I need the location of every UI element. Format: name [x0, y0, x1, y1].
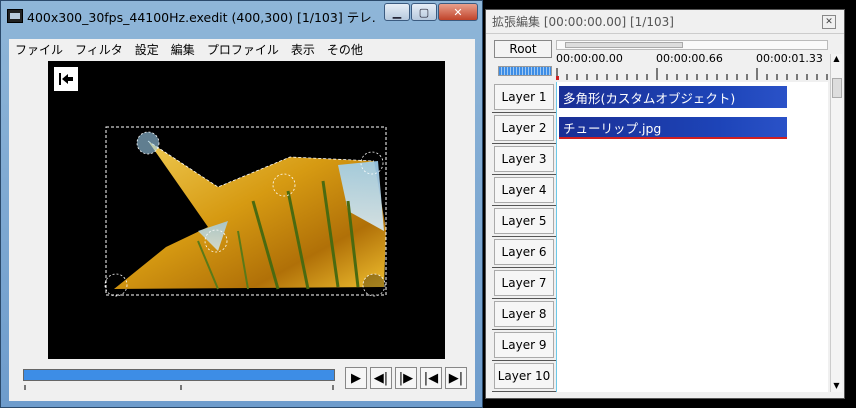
menu-file[interactable]: ファイル [15, 41, 63, 58]
layer-track[interactable] [556, 206, 828, 237]
timeline-window: 拡張編集 [00:00:00.00] [1/103] ✕ Root 00:00:… [485, 9, 845, 399]
layer-row: Layer 1 多角形(カスタムオブジェクト) [492, 82, 828, 113]
layer-row: Layer 6 [492, 237, 828, 268]
layer-button[interactable]: Layer 9 [494, 332, 554, 358]
layer-list: Layer 1 多角形(カスタムオブジェクト) Layer 2 チューリップ.jpg L… [492, 82, 828, 392]
layer-row: Layer 3 [492, 144, 828, 175]
ruler-label: 00:00:00.66 [656, 52, 723, 65]
seek-ticks [24, 385, 334, 390]
menu-settings[interactable]: 設定 [135, 41, 159, 58]
scroll-thumb[interactable] [832, 78, 842, 98]
layer-button[interactable]: Layer 5 [494, 208, 554, 234]
horizontal-scrollbar[interactable] [556, 40, 828, 50]
timeline-clip[interactable]: チューリップ.jpg [559, 117, 787, 139]
layer-row: Layer 10 [492, 361, 828, 392]
menu-edit[interactable]: 編集 [171, 41, 195, 58]
tulip-polygon-image [104, 126, 387, 297]
close-icon[interactable]: ✕ [438, 3, 478, 21]
timeline-titlebar[interactable]: 拡張編集 [00:00:00.00] [1/103] ✕ [486, 10, 844, 34]
scroll-down-icon[interactable]: ▼ [831, 381, 842, 390]
layer-button[interactable]: Layer 1 [494, 84, 554, 110]
layer-button[interactable]: Layer 7 [494, 270, 554, 296]
layer-button[interactable]: Layer 10 [494, 363, 554, 389]
window-title: 400x300_30fps_44100Hz.exedit (400,300) [… [27, 9, 375, 25]
layer-row: Layer 7 [492, 268, 828, 299]
ruler-label: 00:00:01.33 [756, 52, 823, 65]
zoom-slider[interactable] [498, 66, 552, 76]
menu-view[interactable]: 表示 [291, 41, 315, 58]
layer-row: Layer 9 [492, 330, 828, 361]
menu-filter[interactable]: フィルタ [75, 41, 123, 58]
menu-bar: ファイル フィルタ 設定 編集 プロファイル 表示 その他 [9, 39, 475, 59]
ruler-label: 00:00:00.00 [556, 52, 623, 65]
layer-button[interactable]: Layer 8 [494, 301, 554, 327]
layer-row: Layer 2 チューリップ.jpg [492, 113, 828, 144]
layer-track[interactable] [556, 144, 828, 175]
layer-track[interactable] [556, 299, 828, 330]
scroll-up-icon[interactable]: ▲ [831, 54, 842, 63]
prev-frame-icon[interactable]: ◀| [370, 367, 392, 389]
layer-track[interactable] [556, 330, 828, 361]
layer-row: Layer 4 [492, 175, 828, 206]
scroll-thumb[interactable] [565, 42, 683, 48]
root-button[interactable]: Root [494, 40, 552, 58]
menu-other[interactable]: その他 [327, 41, 363, 58]
maximize-icon[interactable]: ▢ [411, 3, 437, 21]
next-frame-icon[interactable]: |▶ [395, 367, 417, 389]
seek-bar[interactable] [23, 369, 335, 381]
layer-button[interactable]: Layer 2 [494, 115, 554, 141]
window-controls: ▁ ▢ ✕ [383, 3, 478, 21]
layer-track[interactable] [556, 361, 828, 392]
go-end-icon[interactable]: ▶| [445, 367, 467, 389]
layer-track[interactable] [556, 175, 828, 206]
film-icon [7, 9, 23, 23]
time-ruler[interactable]: 00:00:00.00 00:00:00.66 00:00:01.33 [556, 40, 828, 84]
layer-button[interactable]: Layer 3 [494, 146, 554, 172]
ruler-ticks [556, 68, 828, 80]
play-icon[interactable]: ▶ [345, 367, 367, 389]
main-window: 400x300_30fps_44100Hz.exedit (400,300) [… [0, 0, 483, 408]
playback-controls: ▶ ◀| |▶ |◀ ▶| [345, 367, 470, 389]
video-preview[interactable] [48, 61, 445, 359]
layer-row: Layer 5 [492, 206, 828, 237]
layer-button[interactable]: Layer 4 [494, 177, 554, 203]
layer-track[interactable] [556, 237, 828, 268]
preview-area: ▶ ◀| |▶ |◀ ▶| [9, 59, 475, 401]
timeline-clip[interactable]: 多角形(カスタムオブジェクト) [559, 86, 787, 108]
timeline-title: 拡張編集 [00:00:00.00] [1/103] [492, 15, 674, 29]
layer-track[interactable]: 多角形(カスタムオブジェクト) [556, 82, 828, 113]
layer-row: Layer 8 [492, 299, 828, 330]
back-to-start-icon[interactable] [54, 67, 78, 91]
minimize-icon[interactable]: ▁ [384, 3, 410, 21]
go-start-icon[interactable]: |◀ [420, 367, 442, 389]
menu-profile[interactable]: プロファイル [207, 41, 279, 58]
layer-button[interactable]: Layer 6 [494, 239, 554, 265]
vertical-scrollbar[interactable]: ▲ ▼ [830, 54, 842, 392]
layer-track[interactable] [556, 268, 828, 299]
close-icon[interactable]: ✕ [822, 15, 836, 29]
layer-track[interactable]: チューリップ.jpg [556, 113, 828, 144]
